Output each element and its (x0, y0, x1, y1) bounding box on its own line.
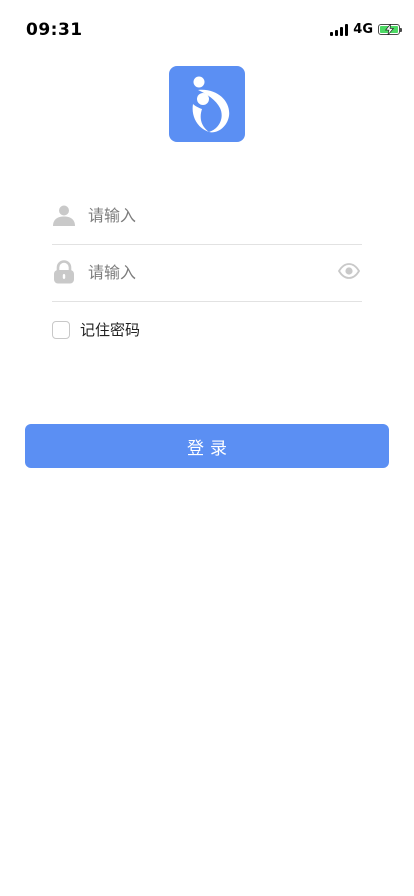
battery-charging-icon (378, 24, 402, 35)
eye-icon[interactable] (338, 263, 360, 279)
signal-bars-icon (330, 23, 349, 36)
network-type: 4G (353, 22, 373, 37)
remember-password-label: 记住密码 (80, 321, 141, 339)
mother-child-logo-icon (192, 76, 230, 133)
status-indicators: 4G (330, 22, 402, 37)
lock-icon (54, 260, 74, 284)
password-field-row (52, 245, 362, 302)
status-time: 09:31 (26, 20, 83, 40)
username-input[interactable] (88, 200, 328, 230)
app-logo (169, 66, 245, 142)
username-field-row (52, 188, 362, 245)
remember-password-checkbox[interactable] (52, 320, 70, 339)
password-input[interactable] (88, 257, 328, 287)
user-icon (53, 205, 75, 226)
remember-password-toggle[interactable]: 记住密码 (52, 319, 140, 340)
login-button[interactable]: 登录 (25, 424, 389, 468)
status-bar: 09:31 4G (0, 0, 414, 60)
